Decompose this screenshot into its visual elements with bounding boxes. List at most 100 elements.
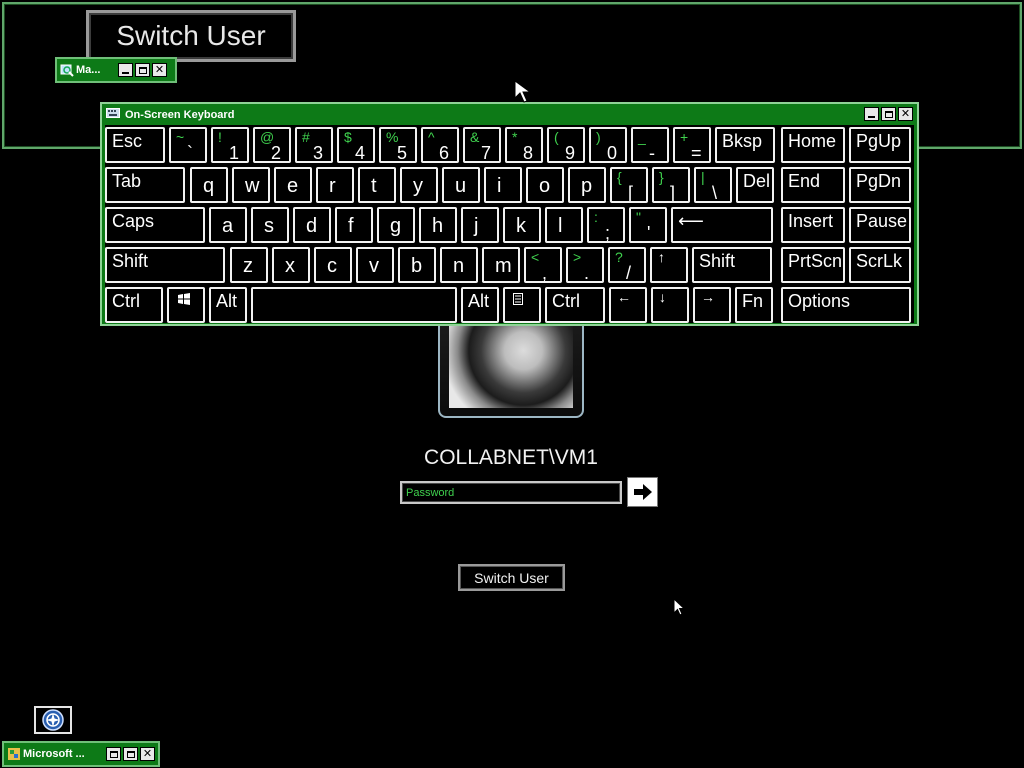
osk-key[interactable]: e [274, 167, 312, 203]
osk-close-button[interactable]: ✕ [898, 107, 913, 121]
osk-key[interactable]: q [190, 167, 228, 203]
osk-key-shift-label: } [659, 169, 664, 185]
osk-key[interactable]: z [230, 247, 268, 283]
osk-key[interactable]: l [545, 207, 583, 243]
osk-key[interactable]: o [526, 167, 564, 203]
osk-key[interactable]: b [398, 247, 436, 283]
osk-key-label: f [348, 215, 354, 237]
osk-key[interactable]: PgUp [849, 127, 911, 163]
maximize-button[interactable] [123, 747, 138, 761]
osk-key[interactable]: r [316, 167, 354, 203]
osk-key[interactable]: u [442, 167, 480, 203]
osk-key[interactable]: Insert [781, 207, 845, 243]
osk-key[interactable]: Alt [209, 287, 247, 323]
osk-key[interactable]: ScrLk [849, 247, 911, 283]
osk-key[interactable]: Alt [461, 287, 499, 323]
osk-key[interactable]: Tab [105, 167, 185, 203]
osk-key[interactable]: Esc [105, 127, 165, 163]
osk-key[interactable]: ? / [608, 247, 646, 283]
osk-key[interactable]: #3 [295, 127, 333, 163]
osk-key[interactable]: End [781, 167, 845, 203]
osk-key[interactable]: * 8 [505, 127, 543, 163]
osk-key[interactable]: PgDn [849, 167, 911, 203]
osk-key[interactable]: Home [781, 127, 845, 163]
osk-key-label: m [495, 255, 512, 277]
password-input[interactable] [400, 481, 622, 504]
magnifier-window-bar[interactable]: Ma... ✕ [55, 57, 177, 83]
osk-key[interactable]: " ' [629, 207, 667, 243]
osk-key[interactable]: Ctrl [105, 287, 163, 323]
osk-key-label: 7 [481, 143, 492, 163]
osk-key[interactable]: Shift [692, 247, 772, 283]
osk-key[interactable]: ⟵ [671, 207, 773, 243]
osk-key[interactable]: {[ [610, 167, 648, 203]
osk-key-label: Esc [112, 131, 143, 151]
osk-key[interactable]: j [461, 207, 499, 243]
osk-key[interactable]: k [503, 207, 541, 243]
maximize-button[interactable] [135, 63, 150, 77]
osk-key[interactable]: | \ [694, 167, 732, 203]
osk-key[interactable]: ↓ [651, 287, 689, 323]
microsoft-window-bar[interactable]: Microsoft ... ✕ [2, 741, 160, 767]
osk-key[interactable]: Pause [849, 207, 911, 243]
osk-key-label: ↑ [658, 249, 665, 265]
osk-key-menu-key[interactable] [503, 287, 541, 323]
osk-key[interactable]: ! 1 [211, 127, 249, 163]
restore-button[interactable] [106, 747, 121, 761]
osk-key[interactable]: Del [736, 167, 774, 203]
osk-key[interactable]: }] [652, 167, 690, 203]
osk-key-label: - [649, 143, 655, 163]
close-button[interactable]: ✕ [152, 63, 167, 77]
submit-arrow-button[interactable] [627, 477, 658, 507]
osk-key[interactable]: @2 [253, 127, 291, 163]
osk-maximize-button[interactable] [881, 107, 896, 121]
minimize-button[interactable] [118, 63, 133, 77]
osk-key[interactable]: (9 [547, 127, 585, 163]
osk-key[interactable]: p [568, 167, 606, 203]
osk-key[interactable]: m [482, 247, 520, 283]
osk-key-label: End [788, 171, 821, 191]
close-button[interactable]: ✕ [140, 747, 155, 761]
osk-key[interactable]: :; [587, 207, 625, 243]
osk-key[interactable]: $4 [337, 127, 375, 163]
osk-key[interactable]: t [358, 167, 396, 203]
osk-key[interactable]: → [693, 287, 731, 323]
osk-key[interactable]: w [232, 167, 270, 203]
osk-key[interactable]: a [209, 207, 247, 243]
osk-key[interactable]: Options [781, 287, 911, 323]
osk-key[interactable]: v [356, 247, 394, 283]
osk-key[interactable]: PrtScn [781, 247, 845, 283]
osk-key[interactable]: ^ 6 [421, 127, 459, 163]
osk-key[interactable]: ~ ` [169, 127, 207, 163]
osk-key[interactable]: _ - [631, 127, 669, 163]
osk-key[interactable]: Ctrl [545, 287, 605, 323]
osk-key[interactable]: g [377, 207, 415, 243]
osk-key[interactable]: & 7 [463, 127, 501, 163]
osk-key[interactable]: Bksp [715, 127, 775, 163]
osk-key-windows-logo[interactable] [167, 287, 205, 323]
osk-key-space[interactable] [251, 287, 457, 323]
osk-key[interactable]: c [314, 247, 352, 283]
osk-key[interactable]: n [440, 247, 478, 283]
osk-key[interactable]: + = [673, 127, 711, 163]
osk-key[interactable]: f [335, 207, 373, 243]
ease-of-access-button[interactable] [34, 706, 72, 734]
osk-key[interactable]: % 5 [379, 127, 417, 163]
osk-key[interactable]: ↑ [650, 247, 688, 283]
osk-key[interactable]: y [400, 167, 438, 203]
osk-key[interactable]: Fn [735, 287, 773, 323]
osk-key[interactable]: Caps [105, 207, 205, 243]
switch-user-button[interactable]: Switch User [458, 564, 565, 591]
osk-key[interactable]: d [293, 207, 331, 243]
osk-key[interactable]: ) 0 [589, 127, 627, 163]
osk-key[interactable]: >. [566, 247, 604, 283]
osk-key[interactable]: s [251, 207, 289, 243]
osk-minimize-button[interactable] [864, 107, 879, 121]
osk-key[interactable]: i [484, 167, 522, 203]
osk-titlebar[interactable]: On-Screen Keyboard [106, 106, 234, 123]
osk-key[interactable]: Shift [105, 247, 225, 283]
osk-key[interactable]: <, [524, 247, 562, 283]
osk-key[interactable]: ← [609, 287, 647, 323]
osk-key[interactable]: x [272, 247, 310, 283]
osk-key[interactable]: h [419, 207, 457, 243]
